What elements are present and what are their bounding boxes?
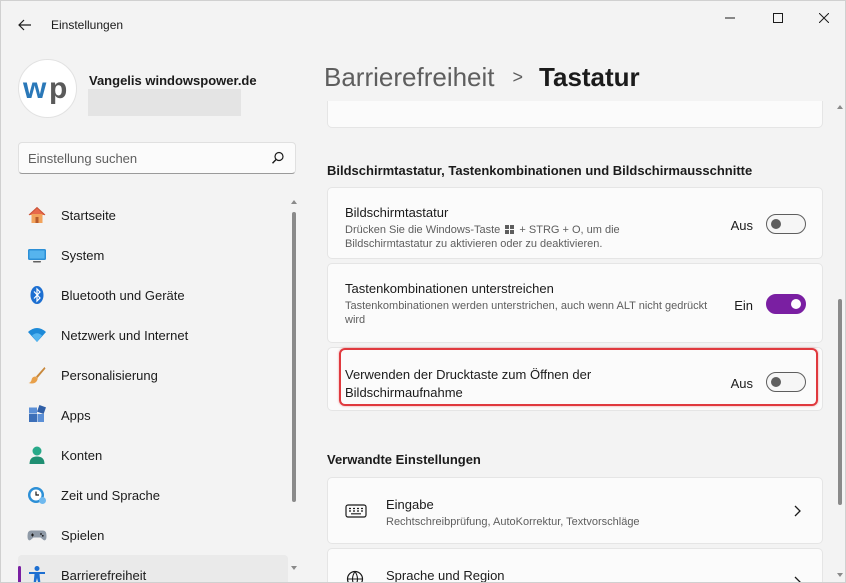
maximize-button[interactable]	[755, 1, 801, 35]
breadcrumb: Barrierefreiheit > Tastatur	[324, 59, 640, 95]
sidebar-item-zeit[interactable]: Zeit und Sprache	[18, 475, 288, 515]
sidebar-item-label: Startseite	[61, 208, 116, 223]
previous-setting-card[interactable]	[327, 101, 823, 128]
section-heading-keyboard: Bildschirmtastatur, Tastenkombinationen …	[327, 163, 753, 178]
app-title: Einstellungen	[51, 18, 124, 32]
breadcrumb-separator: >	[512, 66, 524, 87]
language-globe-icon	[346, 570, 364, 582]
breadcrumb-parent[interactable]: Barrierefreiheit	[324, 62, 495, 93]
arrow-left-icon	[18, 19, 31, 31]
toggle-knob	[771, 219, 781, 229]
sidebar-item-label: Barrierefreiheit	[61, 568, 147, 583]
settings-window: Einstellungen w p Vangelis windowspower.…	[0, 0, 846, 583]
home-icon	[27, 205, 47, 225]
close-button[interactable]	[801, 1, 845, 35]
sidebar-nav: Startseite System Bluetooth und Geräte N…	[18, 195, 288, 583]
windows-key-icon	[505, 225, 515, 234]
wp-logo-p: p	[49, 72, 67, 105]
wp-logo-icon: w p	[22, 72, 67, 105]
sidebar-item-konten[interactable]: Konten	[18, 435, 288, 475]
sidebar-item-spielen[interactable]: Spielen	[18, 515, 288, 555]
scroll-down-icon[interactable]	[290, 564, 298, 572]
sidebar-item-personalisierung[interactable]: Personalisierung	[18, 355, 288, 395]
toggle-knob	[791, 299, 801, 309]
sidebar-item-label: Bluetooth und Geräte	[61, 288, 185, 303]
setting-title: Sprache und Region	[386, 568, 505, 583]
close-icon	[819, 13, 829, 23]
accessibility-icon	[27, 565, 47, 582]
minimize-button[interactable]	[707, 1, 753, 35]
on-screen-keyboard-toggle[interactable]	[766, 214, 806, 234]
sidebar-item-bluetooth[interactable]: Bluetooth und Geräte	[18, 275, 288, 315]
active-indicator	[18, 566, 21, 582]
page-title: Tastatur	[539, 61, 640, 92]
setting-description: Rechtschreibprüfung, AutoKorrektur, Text…	[386, 516, 640, 528]
gamepad-icon	[27, 525, 47, 545]
sidebar-item-system[interactable]: System	[18, 235, 288, 275]
sidebar-scrollbar[interactable]	[290, 196, 298, 574]
avatar[interactable]: w p	[18, 59, 77, 118]
sidebar-item-label: Zeit und Sprache	[61, 488, 161, 503]
toggle-state-label: Aus	[730, 218, 753, 233]
system-icon	[27, 245, 47, 265]
account-icon	[27, 445, 47, 465]
sidebar-item-apps[interactable]: Apps	[18, 395, 288, 435]
scroll-up-icon[interactable]	[290, 198, 298, 206]
clock-globe-icon	[27, 485, 47, 505]
section-heading-related: Verwandte Einstellungen	[327, 452, 481, 467]
keyboard-icon	[345, 504, 367, 518]
sidebar-item-label: Netzwerk und Internet	[61, 328, 189, 343]
chevron-right-icon	[794, 505, 801, 517]
title-bar: Einstellungen	[1, 1, 845, 49]
sidebar-item-label: Konten	[61, 448, 103, 463]
sidebar-item-startseite[interactable]: Startseite	[18, 195, 288, 235]
search-box[interactable]	[18, 142, 296, 174]
setting-description: Tastenkombinationen werden unterstrichen…	[345, 300, 708, 326]
sidebar-item-netzwerk[interactable]: Netzwerk und Internet	[18, 315, 288, 355]
search-icon[interactable]	[271, 151, 285, 165]
apps-icon	[27, 405, 47, 425]
bluetooth-icon	[27, 285, 47, 305]
content-scroll-thumb[interactable]	[838, 299, 842, 505]
minimize-icon	[725, 17, 735, 19]
setting-title: Bildschirmtastatur	[345, 205, 449, 220]
related-setting-sprache-region[interactable]: Sprache und Region	[327, 548, 823, 583]
sidebar-item-barrierefreiheit[interactable]: Barrierefreiheit	[18, 555, 288, 583]
maximize-icon	[773, 13, 783, 23]
underline-access-keys-toggle[interactable]	[766, 294, 806, 314]
sidebar-item-label: Personalisierung	[61, 368, 158, 383]
brush-icon	[27, 365, 47, 385]
related-setting-eingabe[interactable]: Eingabe Rechtschreibprüfung, AutoKorrekt…	[327, 477, 823, 544]
highlight-frame	[339, 348, 818, 406]
setting-description-part: Drücken Sie die Windows-Taste	[345, 224, 501, 236]
profile-name: Vangelis windowspower.de	[89, 73, 257, 88]
setting-title: Tastenkombinationen unterstreichen	[345, 281, 554, 296]
search-input[interactable]	[19, 143, 263, 173]
sidebar-item-label: Apps	[61, 408, 91, 423]
wifi-icon	[27, 325, 47, 345]
scroll-down-icon[interactable]	[836, 571, 844, 579]
profile-email-redacted	[88, 89, 241, 116]
setting-description: Drücken Sie die Windows-Taste + STRG + O…	[345, 223, 675, 251]
sidebar-scroll-thumb[interactable]	[292, 212, 296, 502]
chevron-right-icon	[794, 576, 801, 582]
setting-card-on-screen-keyboard[interactable]: Bildschirmtastatur Drücken Sie die Windo…	[327, 187, 823, 259]
wp-logo-w: w	[22, 72, 47, 105]
scroll-up-icon[interactable]	[836, 103, 844, 111]
content-scrollbar[interactable]	[836, 101, 844, 581]
settings-content: Bildschirmtastatur, Tastenkombinationen …	[311, 101, 836, 583]
setting-title: Eingabe	[386, 497, 434, 512]
toggle-state-label: Ein	[734, 298, 753, 313]
sidebar-item-label: System	[61, 248, 105, 263]
setting-card-underline-access-keys[interactable]: Tastenkombinationen unterstreichen Taste…	[327, 263, 823, 343]
sidebar-item-label: Spielen	[61, 528, 105, 543]
back-button[interactable]	[11, 11, 39, 39]
